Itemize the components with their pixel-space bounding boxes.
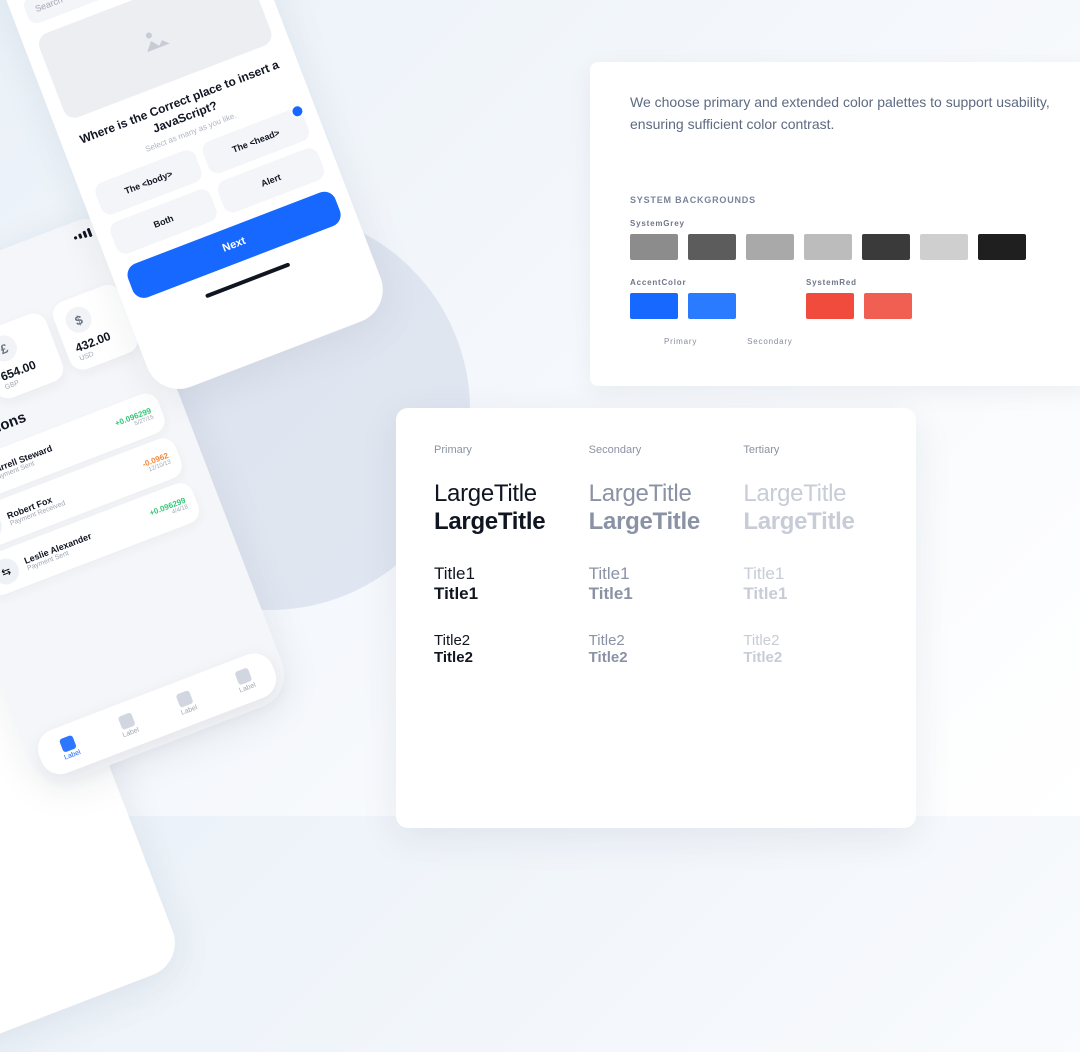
tab-item[interactable]: Label <box>57 734 81 762</box>
currency-icon: $ <box>62 303 96 337</box>
typo-sample-bold: LargeTitle <box>743 508 878 536</box>
typo-sample-regular: LargeTitle <box>589 480 724 508</box>
typo-column-header: Tertiary <box>743 444 878 456</box>
typography-card: PrimarySecondaryTertiaryLargeTitleLargeT… <box>396 408 916 828</box>
color-swatch[interactable] <box>630 234 678 260</box>
typo-sample-bold: Title1 <box>743 584 878 604</box>
color-swatch[interactable] <box>688 293 736 319</box>
color-swatch[interactable] <box>862 234 910 260</box>
color-swatch[interactable] <box>804 234 852 260</box>
typo-cell: Title1Title1 <box>589 564 724 604</box>
palette-section-title: SYSTEM BACKGROUNDS <box>630 195 1060 205</box>
typo-sample-regular: Title1 <box>743 564 878 584</box>
typo-column-header: Secondary <box>589 444 724 456</box>
color-swatch[interactable] <box>920 234 968 260</box>
typo-cell: Title2Title2 <box>743 632 878 666</box>
color-swatch[interactable] <box>746 234 794 260</box>
swap-icon: ⇆ <box>0 555 23 589</box>
color-swatch[interactable] <box>630 293 678 319</box>
swap-icon: ⇆ <box>0 510 6 544</box>
color-swatch[interactable] <box>806 293 854 319</box>
tx-status: Payment Sent <box>26 520 146 572</box>
typo-sample-bold: Title1 <box>434 584 569 604</box>
typo-sample-bold: Title2 <box>589 649 724 666</box>
palette-footer-item: Primary <box>664 337 697 346</box>
typo-cell: Title2Title2 <box>589 632 724 666</box>
typo-cell: LargeTitleLargeTitle <box>743 480 878 536</box>
palette-footer-item: Secondary <box>747 337 792 346</box>
red-swatches <box>806 293 912 319</box>
typo-sample-regular: LargeTitle <box>743 480 878 508</box>
accent-label: AccentColor <box>630 278 736 287</box>
palette-footer: Primary Secondary <box>630 337 1060 346</box>
typo-sample-bold: Title2 <box>434 649 569 666</box>
palette-card: We choose primary and extended color pal… <box>590 62 1080 386</box>
palette-lead: We choose primary and extended color pal… <box>630 92 1060 135</box>
image-icon <box>132 16 179 63</box>
typo-sample-regular: Title1 <box>434 564 569 584</box>
color-swatch[interactable] <box>688 234 736 260</box>
typo-cell: Title1Title1 <box>743 564 878 604</box>
typo-sample-bold: Title2 <box>743 649 878 666</box>
accent-swatches <box>630 293 736 319</box>
palette-grey-label: SystemGrey <box>630 219 1060 228</box>
typo-sample-bold: LargeTitle <box>589 508 724 536</box>
currency-icon: £ <box>0 332 21 366</box>
typo-sample-bold: LargeTitle <box>434 508 569 536</box>
color-swatch[interactable] <box>864 293 912 319</box>
typo-cell: Title2Title2 <box>434 632 569 666</box>
grey-swatches <box>630 234 1060 260</box>
typo-sample-regular: Title2 <box>434 632 569 649</box>
typo-cell: LargeTitleLargeTitle <box>434 480 569 536</box>
typo-column-header: Primary <box>434 444 569 456</box>
tab-item[interactable]: Label <box>174 689 198 717</box>
color-swatch[interactable] <box>978 234 1026 260</box>
typo-cell: LargeTitleLargeTitle <box>589 480 724 536</box>
tab-item[interactable]: Label <box>232 666 256 694</box>
tab-item[interactable]: Label <box>116 711 140 739</box>
tab-bar: Label Label Label Label <box>32 648 282 781</box>
typo-cell: Title1Title1 <box>434 564 569 604</box>
typo-sample-regular: Title2 <box>743 632 878 649</box>
typo-sample-regular: LargeTitle <box>434 480 569 508</box>
red-label: SystemRed <box>806 278 912 287</box>
typo-sample-regular: Title2 <box>589 632 724 649</box>
typo-sample-regular: Title1 <box>589 564 724 584</box>
typo-sample-bold: Title1 <box>589 584 724 604</box>
